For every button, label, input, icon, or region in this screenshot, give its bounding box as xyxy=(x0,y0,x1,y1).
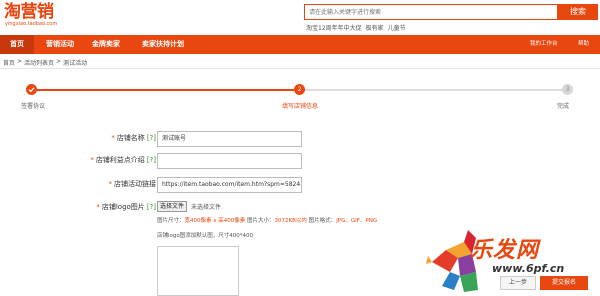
nav-help[interactable]: 帮助 xyxy=(578,35,589,54)
logo-preview xyxy=(157,246,239,296)
step-3-label: 完成 xyxy=(557,103,570,110)
breadcrumb-sep: > xyxy=(56,58,62,65)
main-nav: 首页 营销活动 金牌卖家 卖家扶持计划 我的工作台 帮助 xyxy=(0,35,600,54)
prev-step-button[interactable]: 上一步 xyxy=(500,276,536,290)
nav-item-campaigns[interactable]: 营销活动 xyxy=(40,35,80,54)
step-progress-todo xyxy=(300,89,568,91)
store-name-label: * 店铺名称 [?] xyxy=(111,134,156,142)
nav-item-gold-seller[interactable]: 金牌卖家 xyxy=(86,35,126,54)
nav-my-workbench[interactable]: 我的工作台 xyxy=(530,35,558,54)
help-link[interactable]: [?] xyxy=(147,156,156,164)
image-spec: 图片尺寸：宽400像素 x 高400像素 图片大小：3072KB以内 图片格式：… xyxy=(157,218,378,224)
step-2-label: 填写店铺信息 xyxy=(282,103,319,110)
file-status: 未选择文件 xyxy=(191,204,222,211)
hot-words: 淘宝12周年年中大促 极有家 儿童节 xyxy=(306,23,406,32)
store-link-input[interactable]: https://item.taobao.com/item.htm?spm=582… xyxy=(157,177,302,193)
help-link[interactable]: [?] xyxy=(147,203,156,211)
breadcrumb-current: 测试活动 xyxy=(63,60,88,67)
step-1-dot xyxy=(26,84,37,95)
breadcrumb: 首页 > 活动列表页 > 测试活动 xyxy=(3,58,87,67)
logo-text: 淘营销 xyxy=(4,2,54,22)
store-point-label: * 店铺利益点介绍 [?] xyxy=(90,156,156,164)
logo-url: yingxiao.taobao.com xyxy=(5,21,58,27)
check-icon xyxy=(28,87,35,93)
breadcrumb-sep: > xyxy=(17,58,23,65)
step-1-label: 签署协议 xyxy=(21,103,46,110)
store-name-input[interactable]: 测试账号 xyxy=(157,131,302,147)
breadcrumb-home[interactable]: 首页 xyxy=(3,58,15,67)
watermark-text: 乐发网 xyxy=(470,238,540,263)
search-button[interactable]: 搜索 xyxy=(558,4,598,20)
step-progress-done xyxy=(32,89,300,91)
hot-word-link[interactable]: 淘宝12周年年中大促 xyxy=(306,23,362,32)
breadcrumb-list[interactable]: 活动列表页 xyxy=(24,58,54,67)
search-box[interactable] xyxy=(304,4,558,20)
store-logo-label: * 店铺logo图片 [?] xyxy=(96,203,156,211)
store-link-label: * 店铺活动链接 xyxy=(108,180,157,188)
help-link[interactable]: [?] xyxy=(147,134,156,142)
store-point-input[interactable] xyxy=(157,153,302,169)
submit-button[interactable]: 提交报名 xyxy=(540,276,588,290)
hot-word-link[interactable]: 极有家 xyxy=(366,23,384,32)
watermark-url: www.6pf.cn xyxy=(492,262,565,275)
hot-word-link[interactable]: 儿童节 xyxy=(388,23,406,32)
logo[interactable]: 淘营销 yingxiao.taobao.com xyxy=(4,3,57,27)
step-3-dot: 3 xyxy=(562,84,573,95)
divider xyxy=(0,68,600,69)
search-input[interactable] xyxy=(305,5,557,19)
step-2-dot: 2 xyxy=(294,84,305,95)
logo-tip: 店铺logo图添加默认图，尺寸400*400 xyxy=(157,233,253,239)
nav-item-home[interactable]: 首页 xyxy=(0,35,34,54)
nav-item-seller-support[interactable]: 卖家扶持计划 xyxy=(134,35,192,54)
choose-file-button[interactable]: 选择文件 xyxy=(157,201,188,212)
